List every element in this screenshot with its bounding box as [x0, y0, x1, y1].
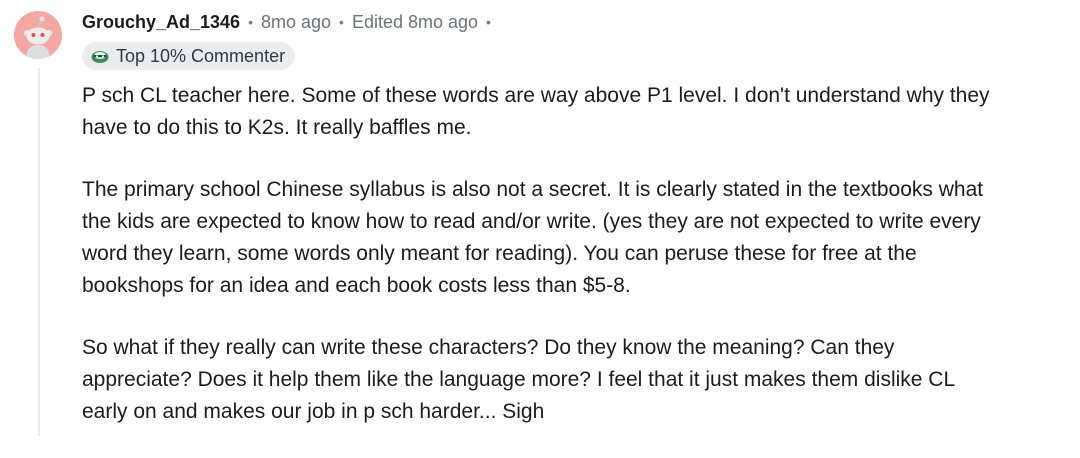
- comment-meta: Grouchy_Ad_1346 • 8mo ago • Edited 8mo a…: [82, 9, 499, 35]
- meta-separator: •: [248, 14, 253, 30]
- comment-body: P sch CL teacher here. Some of these wor…: [82, 80, 1072, 458]
- edited-label: Edited 8mo ago: [351, 11, 479, 32]
- avatar[interactable]: [14, 11, 62, 59]
- comment-text-line: The primary school Chinese syllabus is a…: [82, 178, 984, 201]
- comment-paragraph: P sch CL teacher here. Some of these wor…: [82, 80, 1072, 144]
- meta-separator: •: [486, 14, 491, 30]
- username-link[interactable]: Grouchy_Ad_1346: [82, 12, 240, 33]
- flair-label: Top 10% Commenter: [116, 45, 286, 66]
- meta-separator: •: [339, 14, 344, 30]
- comment-text-line: the kids are expected to know how to rea…: [82, 210, 981, 233]
- comment-text-line: P sch CL teacher here. Some of these wor…: [82, 84, 990, 107]
- comment-text-line: bookshops for an idea and each book cost…: [82, 274, 631, 297]
- comment-text-line: word they learn, some words only meant f…: [82, 242, 917, 265]
- comment-paragraph: So what if they really can write these c…: [82, 332, 1072, 428]
- comment-text-line: early on and makes our job in p sch hard…: [82, 400, 545, 423]
- comment-timestamp[interactable]: 8mo ago: [261, 12, 331, 33]
- user-flair: Top 10% Commenter: [82, 42, 296, 70]
- thread-line[interactable]: [38, 68, 40, 436]
- comment-text-line: have to do this to K2s. It really baffle…: [82, 116, 472, 139]
- comment-text-line: So what if they really can write these c…: [82, 336, 895, 359]
- snoo-avatar-icon: [14, 11, 62, 59]
- comment-text-line: appreciate? Does it help them like the l…: [82, 368, 956, 391]
- comment-paragraph: The primary school Chinese syllabus is a…: [82, 174, 1072, 302]
- top-commenter-badge-icon: [91, 51, 109, 63]
